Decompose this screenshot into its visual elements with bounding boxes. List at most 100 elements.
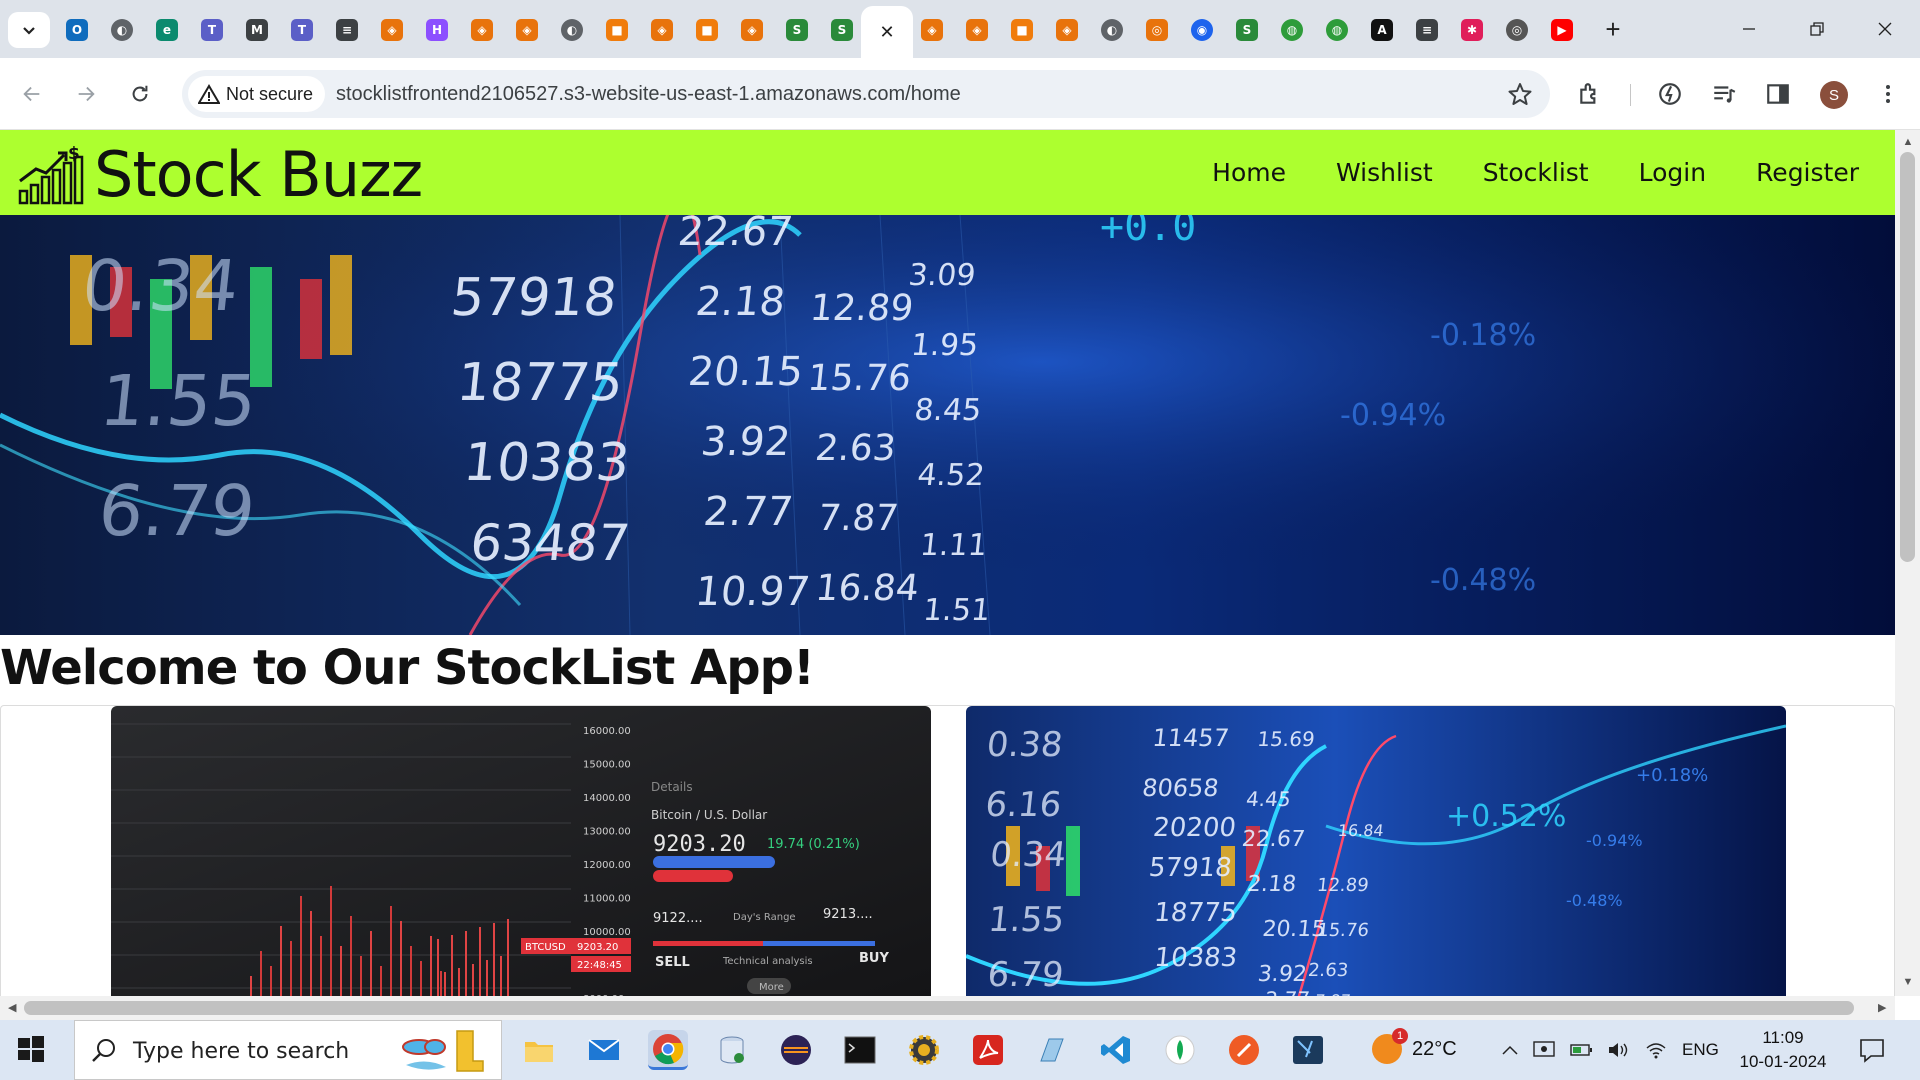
- card1-sell: SELL: [655, 955, 690, 970]
- browser-tab[interactable]: ◍: [1320, 10, 1354, 50]
- postman-taskbar-icon[interactable]: [1224, 1030, 1264, 1070]
- browser-tab[interactable]: A: [1365, 10, 1399, 50]
- browser-tab[interactable]: ◉: [1185, 10, 1219, 50]
- volume-icon[interactable]: [1606, 1038, 1630, 1062]
- meet-now-icon[interactable]: [1532, 1038, 1556, 1062]
- card1-details: Details: [651, 780, 693, 794]
- clock-time: 11:09: [1762, 1028, 1804, 1047]
- scroll-left-icon[interactable]: ◀: [8, 1001, 16, 1014]
- battery-icon[interactable]: [1570, 1038, 1594, 1062]
- back-button[interactable]: [14, 76, 50, 112]
- address-bar[interactable]: Not secure stocklistfrontend2106527.s3-w…: [182, 70, 1550, 118]
- mongodb-compass-taskbar-icon[interactable]: [1160, 1030, 1200, 1070]
- horizontal-scrollbar[interactable]: ◀ ▶: [0, 996, 1895, 1020]
- scroll-down-icon[interactable]: ▼: [1901, 976, 1915, 988]
- brand[interactable]: $ Stock Buzz: [18, 138, 423, 211]
- nav-home-link[interactable]: Home: [1212, 158, 1286, 187]
- browser-tab[interactable]: ◐: [1095, 10, 1129, 50]
- browser-tab[interactable]: ≡: [330, 10, 364, 50]
- scroll-up-icon[interactable]: ▲: [1901, 136, 1915, 148]
- windows-start-icon[interactable]: [16, 1034, 46, 1064]
- browser-tab[interactable]: ◎: [1500, 10, 1534, 50]
- browser-tab[interactable]: ✱: [1455, 10, 1489, 50]
- side-panel-button[interactable]: [1764, 80, 1792, 108]
- reload-button[interactable]: [122, 76, 158, 112]
- browser-tab[interactable]: e: [150, 10, 184, 50]
- mail-taskbar-icon[interactable]: [584, 1030, 624, 1070]
- eclipse-taskbar-icon[interactable]: [776, 1030, 816, 1070]
- show-hidden-icons-chevron-up-icon[interactable]: [1498, 1038, 1522, 1062]
- browser-tab[interactable]: M: [240, 10, 274, 50]
- acrobat-taskbar-icon[interactable]: [968, 1030, 1008, 1070]
- browser-tab[interactable]: ◐: [105, 10, 139, 50]
- notifications-icon[interactable]: [1858, 1036, 1886, 1064]
- side-panel-icon: [1767, 84, 1789, 104]
- new-tab-button[interactable]: +: [1598, 14, 1628, 44]
- nav-login-link[interactable]: Login: [1639, 158, 1706, 187]
- horizontal-scroll-thumb[interactable]: [24, 1001, 1854, 1015]
- terminal-taskbar-icon[interactable]: [840, 1030, 880, 1070]
- active-tab[interactable]: ✕: [861, 6, 913, 58]
- snipping-taskbar-icon[interactable]: [1288, 1030, 1328, 1070]
- file-explorer-taskbar-icon[interactable]: [519, 1030, 559, 1070]
- wifi-icon[interactable]: [1644, 1038, 1668, 1062]
- chrome-taskbar-icon[interactable]: [648, 1030, 688, 1070]
- browser-tab[interactable]: ◐: [555, 10, 589, 50]
- browser-tab[interactable]: ◎: [1140, 10, 1174, 50]
- browser-tab[interactable]: ▶: [1545, 10, 1579, 50]
- browser-tab[interactable]: O: [60, 10, 94, 50]
- vertical-scrollbar[interactable]: ▲ ▼: [1895, 130, 1920, 996]
- browser-tab[interactable]: ◈: [735, 10, 769, 50]
- browser-tab[interactable]: ■: [690, 10, 724, 50]
- restore-button[interactable]: [1794, 12, 1840, 46]
- browser-tab[interactable]: S: [825, 10, 859, 50]
- close-icon[interactable]: ✕: [876, 21, 898, 43]
- media-control-button[interactable]: [1710, 80, 1738, 108]
- language-indicator[interactable]: ENG: [1682, 1040, 1719, 1060]
- browser-tab[interactable]: ◈: [465, 10, 499, 50]
- notes-taskbar-icon[interactable]: [1032, 1030, 1072, 1070]
- browser-tab[interactable]: H: [420, 10, 454, 50]
- browser-tab[interactable]: ◈: [915, 10, 949, 50]
- browser-tab[interactable]: T: [285, 10, 319, 50]
- browser-tab[interactable]: ■: [600, 10, 634, 50]
- browser-tab[interactable]: ◈: [645, 10, 679, 50]
- site-info-button[interactable]: Not secure: [188, 76, 326, 112]
- browser-tab[interactable]: ◈: [1050, 10, 1084, 50]
- performance-button[interactable]: [1656, 80, 1684, 108]
- bookmark-star-icon[interactable]: [1508, 82, 1532, 106]
- image-cards-row: 16000.00 15000.00 14000.00 13000.00 12000.00…: [0, 705, 1895, 996]
- hero-number: 22.67: [676, 215, 795, 255]
- browser-tab[interactable]: T: [195, 10, 229, 50]
- card2-number: 15.76: [1316, 920, 1370, 941]
- profile-avatar[interactable]: S: [1820, 81, 1848, 109]
- close-window-button[interactable]: [1862, 12, 1908, 46]
- taskbar-search-box[interactable]: Type here to search: [74, 1020, 502, 1080]
- extensions-button[interactable]: [1576, 80, 1604, 108]
- tab-search-button[interactable]: [8, 12, 50, 48]
- browser-tab[interactable]: S: [780, 10, 814, 50]
- hero-number: 3.92: [699, 419, 793, 465]
- vertical-scroll-thumb[interactable]: [1900, 152, 1915, 562]
- scroll-right-icon[interactable]: ▶: [1878, 1001, 1886, 1014]
- nav-stocklist-link[interactable]: Stocklist: [1483, 158, 1589, 187]
- browser-tab[interactable]: ◈: [510, 10, 544, 50]
- browser-tab[interactable]: ◈: [375, 10, 409, 50]
- browser-tab[interactable]: ■: [1005, 10, 1039, 50]
- nav-register-link[interactable]: Register: [1756, 158, 1859, 187]
- globe-icon: ◐: [1101, 19, 1123, 41]
- forward-button[interactable]: [68, 76, 104, 112]
- browser-tab[interactable]: S: [1230, 10, 1264, 50]
- browser-tab[interactable]: ≡: [1410, 10, 1444, 50]
- database-taskbar-icon[interactable]: [712, 1030, 752, 1070]
- url-text[interactable]: stocklistfrontend2106527.s3-website-us-e…: [336, 83, 961, 106]
- browser-tab[interactable]: ◍: [1275, 10, 1309, 50]
- browser-menu-button[interactable]: [1874, 80, 1902, 108]
- weather-widget[interactable]: 1 22°C: [1372, 1028, 1457, 1064]
- minimize-button[interactable]: [1726, 12, 1772, 46]
- settings-gear-taskbar-icon[interactable]: [904, 1030, 944, 1070]
- nav-wishlist-link[interactable]: Wishlist: [1336, 158, 1433, 187]
- system-clock[interactable]: 11:09 10-01-2024: [1734, 1026, 1832, 1074]
- browser-tab[interactable]: ◈: [960, 10, 994, 50]
- vscode-taskbar-icon[interactable]: [1096, 1030, 1136, 1070]
